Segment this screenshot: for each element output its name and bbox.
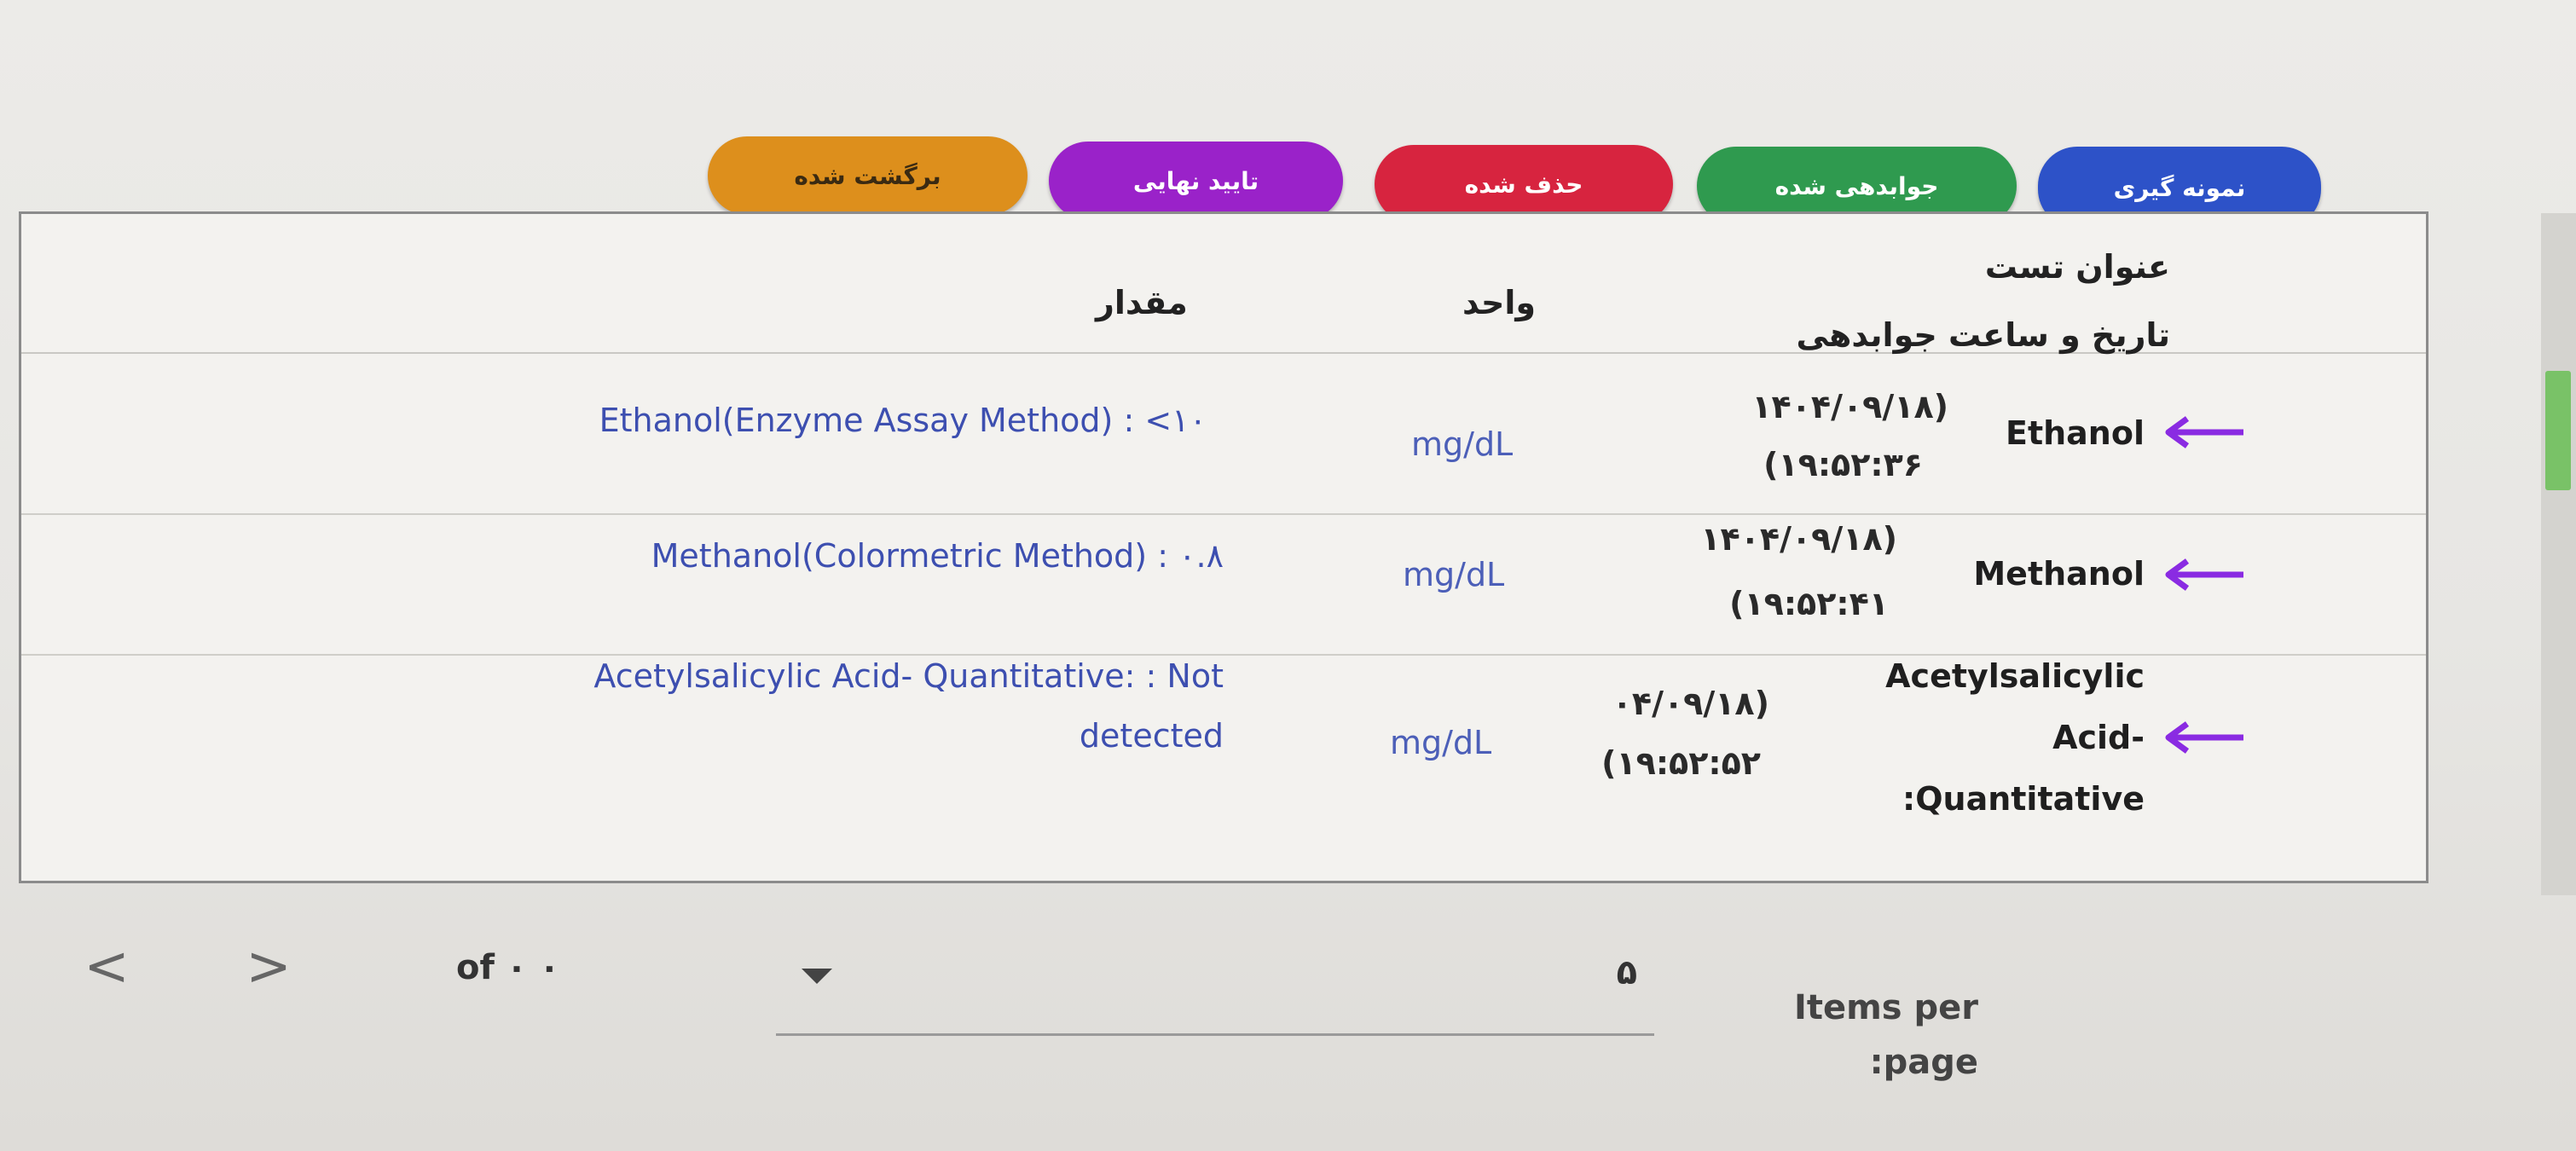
test-name: :Quantitative xyxy=(1902,780,2145,818)
unit-cell: mg/dL xyxy=(1390,724,1492,761)
test-name: Ethanol xyxy=(2005,414,2145,452)
result-time: (۱۹:۵۲:۳۶ xyxy=(1763,446,1923,483)
status-final-approved-button[interactable]: تایید نهایی xyxy=(1049,142,1343,220)
value-cell: Methanol(Colormetric Method) : ۰.۸ xyxy=(651,537,1224,575)
arrow-left-icon xyxy=(2165,416,2243,448)
paginator: < > of ۰ ۰ ۵ Items per :page xyxy=(0,929,2576,1151)
status-returned-button[interactable]: برگشت شده xyxy=(708,136,1028,215)
header-unit: واحد xyxy=(1462,284,1536,321)
result-time: (۱۹:۵۲:۵۲ xyxy=(1601,744,1761,782)
arrow-left-icon xyxy=(2165,721,2243,754)
result-date: ۰۴/۰۹/۱۸) xyxy=(1612,685,1769,722)
unit-cell: mg/dL xyxy=(1411,425,1514,463)
result-date: ۱۴۰۴/۰۹/۱۸) xyxy=(1751,388,1948,425)
items-per-page-label-line2: :page xyxy=(1869,1043,1978,1082)
arrow-left-icon xyxy=(2165,558,2243,591)
scrollbar-track[interactable] xyxy=(2541,213,2576,895)
header-value: مقدار xyxy=(1096,284,1188,321)
page-size-select[interactable]: ۵ xyxy=(776,929,1654,1036)
items-per-page-label-line1: Items per xyxy=(1793,988,1978,1027)
value-cell: Ethanol(Enzyme Assay Method) : <۱۰ xyxy=(599,402,1207,439)
result-date: ۱۴۰۴/۰۹/۱۸) xyxy=(1700,520,1897,558)
scrollbar-thumb[interactable] xyxy=(2545,371,2571,490)
value-cell: Acetylsalicylic Acid- Quantitative: : No… xyxy=(593,657,1224,695)
items-per-page-label: Items per :page xyxy=(1740,980,1978,1090)
dropdown-caret-icon[interactable] xyxy=(802,969,832,984)
table-row[interactable]: Acetylsalicylic Acid- :Quantitative ۰۴/۰… xyxy=(21,654,2426,877)
header-test-title: عنوان تست xyxy=(1984,248,2170,286)
test-name: Methanol xyxy=(1973,555,2145,593)
test-name: Acetylsalicylic xyxy=(1885,657,2145,695)
header-result-datetime: تاریخ و ساعت جوابدهی xyxy=(1796,316,2170,354)
page-range-label: of ۰ ۰ xyxy=(456,948,560,987)
table-row[interactable]: Ethanol ۱۴۰۴/۰۹/۱۸) (۱۹:۵۲:۳۶ mg/dL Etha… xyxy=(21,381,2426,515)
chevron-right-icon[interactable]: > xyxy=(239,940,298,999)
test-name: Acid- xyxy=(2052,719,2145,756)
result-time: (۱۹:۵۲:۴۱ xyxy=(1729,585,1889,622)
unit-cell: mg/dL xyxy=(1403,556,1505,593)
results-table: عنوان تست تاریخ و ساعت جوابدهی واحد مقدا… xyxy=(19,211,2428,883)
value-cell: detected xyxy=(1079,717,1224,755)
chevron-left-icon[interactable]: < xyxy=(77,940,136,999)
table-header: عنوان تست تاریخ و ساعت جوابدهی واحد مقدا… xyxy=(21,214,2426,354)
table-row[interactable]: Methanol ۱۴۰۴/۰۹/۱۸) (۱۹:۵۲:۴۱ mg/dL Met… xyxy=(21,513,2426,656)
page-size-value: ۵ xyxy=(1616,953,1637,992)
